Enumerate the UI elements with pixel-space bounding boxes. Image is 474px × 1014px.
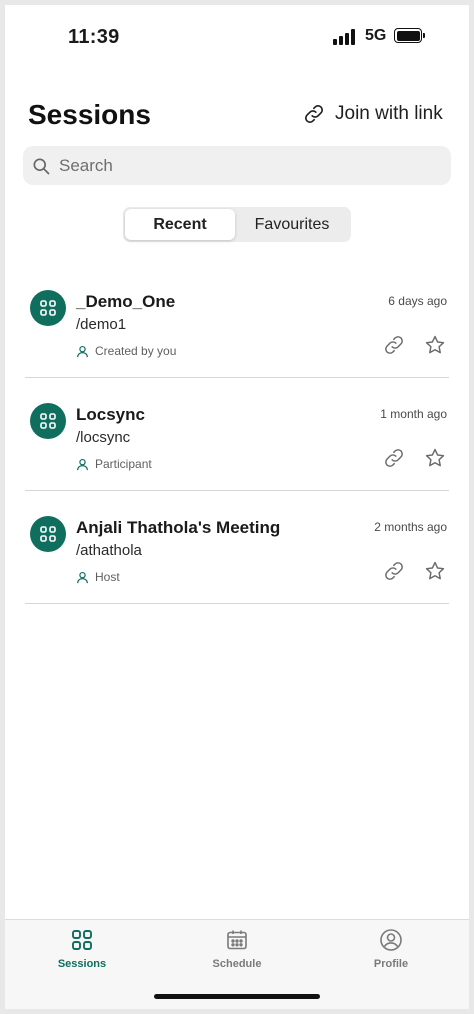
- nav-sessions[interactable]: Sessions: [32, 928, 132, 978]
- join-with-link-button[interactable]: Join with link: [303, 101, 443, 127]
- nav-schedule-label: Schedule: [212, 958, 262, 970]
- session-role: Created by you: [76, 344, 176, 358]
- session-avatar: [30, 290, 66, 326]
- session-name: Locsync: [76, 405, 145, 424]
- session-item[interactable]: Anjali Thathola's Meeting /athathola Hos…: [5, 491, 469, 604]
- star-icon: [425, 335, 445, 354]
- session-time: 2 months ago: [374, 520, 447, 534]
- divider: [25, 603, 449, 604]
- grid-icon: [72, 930, 92, 950]
- calendar-icon: [227, 930, 247, 950]
- network-label: 5G: [365, 27, 387, 44]
- battery-icon: [394, 28, 425, 43]
- copy-link-button[interactable]: [382, 446, 406, 470]
- nav-profile[interactable]: Profile: [341, 928, 441, 978]
- grid-icon: [40, 526, 56, 542]
- page-title: Sessions: [28, 99, 151, 130]
- person-icon: [77, 571, 88, 583]
- session-path: /athathola: [76, 542, 142, 559]
- copy-link-button[interactable]: [382, 559, 406, 583]
- join-with-link-label: Join with link: [335, 103, 443, 124]
- session-name: Anjali Thathola's Meeting: [76, 518, 281, 537]
- favourite-button[interactable]: [423, 333, 447, 357]
- star-icon: [425, 561, 445, 580]
- session-item[interactable]: Locsync /locsync Participant 1 month ago: [5, 378, 469, 491]
- copy-link-button[interactable]: [382, 333, 406, 357]
- favourite-button[interactable]: [423, 559, 447, 583]
- status-bar: 11:39 5G: [5, 5, 469, 65]
- session-time: 6 days ago: [388, 294, 447, 308]
- bottom-tab-bar: Sessions Schedule Profile: [5, 919, 469, 1009]
- link-icon: [385, 562, 403, 580]
- session-filter-segmented-control: Recent Favourites: [123, 207, 351, 242]
- session-time: 1 month ago: [380, 407, 447, 421]
- session-list: _Demo_One /demo1 Created by you 6 days a…: [5, 265, 469, 604]
- session-avatar: [30, 403, 66, 439]
- person-icon: [77, 345, 88, 357]
- nav-sessions-label: Sessions: [57, 958, 107, 970]
- session-role: Participant: [76, 457, 152, 471]
- session-role: Host: [76, 570, 120, 584]
- tab-recent[interactable]: Recent: [125, 209, 235, 240]
- status-time: 11:39: [68, 26, 120, 48]
- search-input[interactable]: [59, 155, 419, 176]
- person-icon: [77, 458, 88, 470]
- link-icon: [305, 105, 323, 123]
- home-indicator: [154, 994, 320, 999]
- session-path: /locsync: [76, 429, 131, 446]
- link-icon: [385, 336, 403, 354]
- signal-icon: [333, 29, 357, 45]
- session-role-label: Created by you: [95, 344, 177, 358]
- tab-favourites[interactable]: Favourites: [235, 209, 349, 240]
- session-avatar: [30, 516, 66, 552]
- search-icon: [33, 158, 50, 174]
- star-icon: [425, 448, 445, 467]
- search-bar[interactable]: [23, 146, 451, 185]
- favourite-button[interactable]: [423, 446, 447, 470]
- phone-screen: 11:39 5G Sessions Join with link Recent …: [5, 5, 469, 1009]
- nav-schedule[interactable]: Schedule: [187, 928, 287, 978]
- session-role-label: Host: [95, 570, 120, 584]
- session-name: _Demo_One: [76, 292, 176, 311]
- session-role-label: Participant: [95, 457, 152, 471]
- grid-icon: [40, 413, 56, 429]
- session-path: /demo1: [76, 316, 127, 333]
- link-icon: [385, 449, 403, 467]
- profile-icon: [380, 929, 402, 951]
- nav-profile-label: Profile: [373, 958, 409, 970]
- grid-icon: [40, 300, 56, 316]
- session-item[interactable]: _Demo_One /demo1 Created by you 6 days a…: [5, 265, 469, 378]
